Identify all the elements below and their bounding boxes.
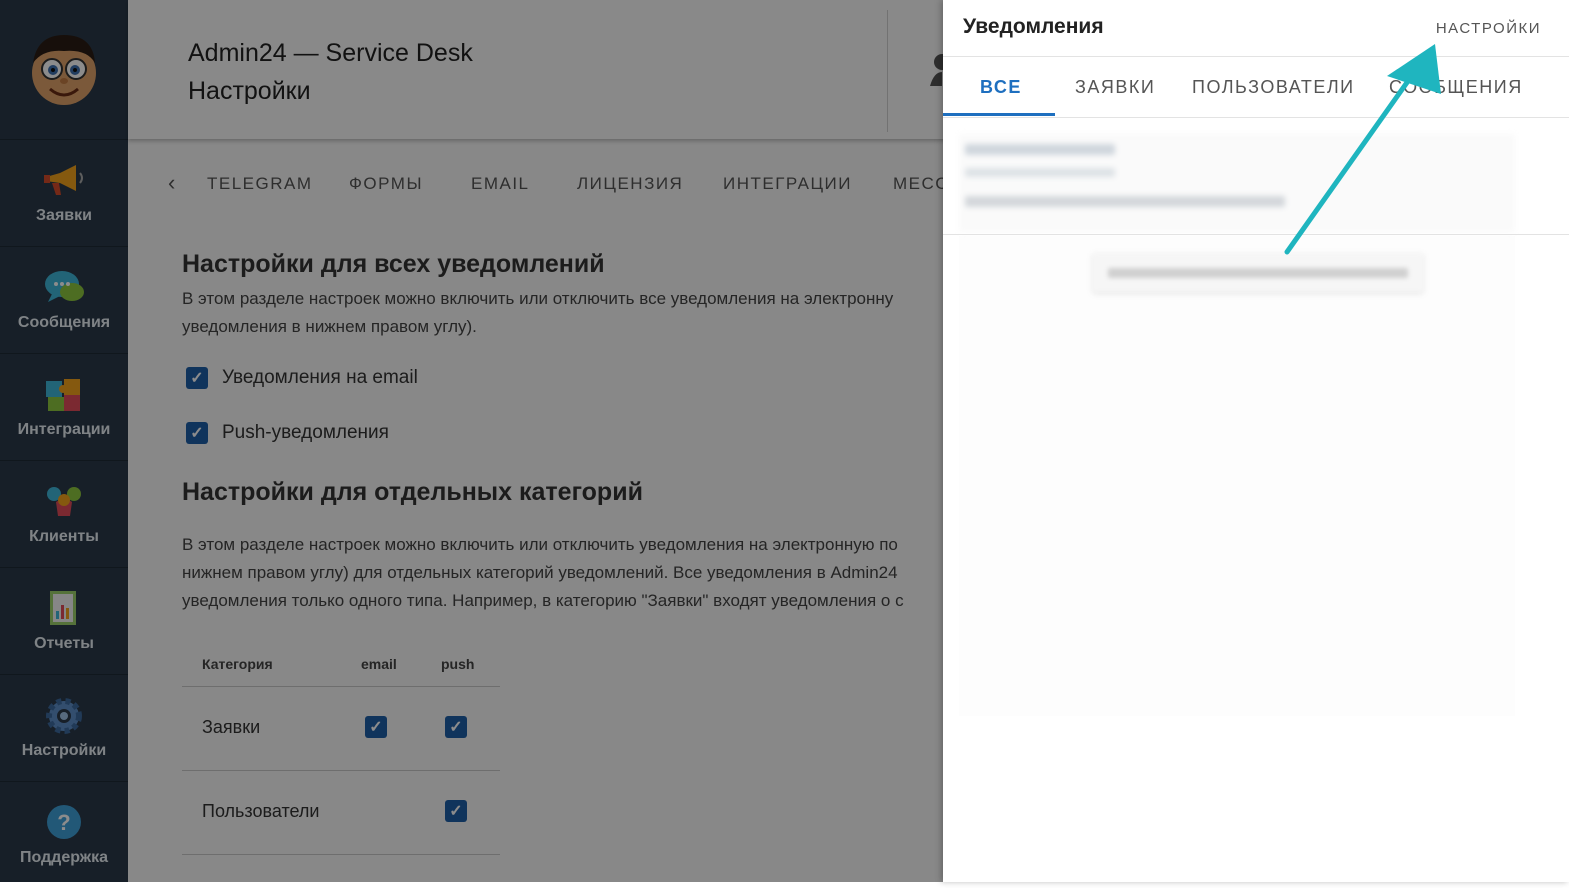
load-older-notifications-button[interactable] <box>1093 254 1423 292</box>
notifications-panel: Уведомления НАСТРОЙКИ ВСЕ ЗАЯВКИ ПОЛЬЗОВ… <box>943 0 1569 882</box>
notification-settings-link[interactable]: НАСТРОЙКИ <box>1436 20 1541 37</box>
modal-backdrop[interactable] <box>0 0 943 882</box>
divider <box>943 234 1569 235</box>
callout-arrow-icon <box>1284 44 1441 255</box>
notification-tabs: ВСЕ ЗАЯВКИ ПОЛЬЗОВАТЕЛИ СООБЩЕНИЯ <box>943 57 1569 118</box>
notifications-list <box>959 236 1515 716</box>
panel-title: Уведомления <box>963 15 1104 38</box>
active-tab-indicator <box>943 113 1055 116</box>
tab-tickets[interactable]: ЗАЯВКИ <box>1075 77 1155 98</box>
panel-header: Уведомления НАСТРОЙКИ <box>943 0 1569 57</box>
tab-all[interactable]: ВСЕ <box>980 77 1022 98</box>
